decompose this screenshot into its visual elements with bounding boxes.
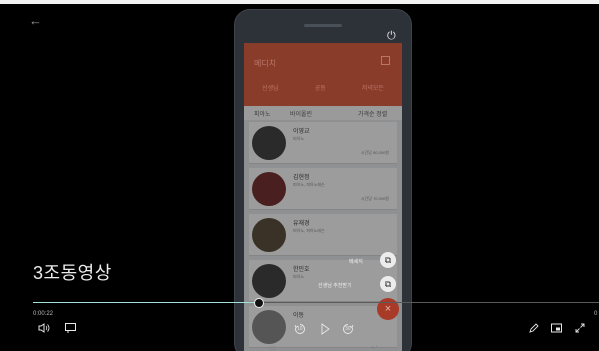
- filter-row: 피아노 바이올린 가격순 정렬: [244, 106, 402, 120]
- recommend-label: 선생님 추천받기: [318, 283, 352, 289]
- teacher-subject: 피아노: [293, 136, 305, 141]
- app-header: 메디치 선생님 공동 저녁모든: [244, 43, 402, 106]
- teacher-price: 시간당 80,000원: [360, 150, 389, 155]
- volume-icon[interactable]: [38, 323, 50, 336]
- fullscreen-icon[interactable]: [575, 323, 585, 336]
- teacher-name: 이동: [293, 313, 305, 319]
- avatar: [252, 264, 286, 298]
- teacher-name: 유재경: [293, 221, 310, 227]
- teacher-card: 한민호 피아노: [249, 260, 397, 302]
- recent-apps-icon: ▭: [269, 343, 277, 351]
- avatar: [252, 310, 286, 344]
- teacher-card: 이영교 피아노 시간당 80,000원: [249, 122, 397, 164]
- teacher-name: 김현정: [293, 175, 310, 181]
- rewind-label: 10: [297, 326, 303, 332]
- power-icon: ⏻: [387, 30, 396, 42]
- app-tab: 저녁모든: [361, 86, 384, 92]
- avatar: [252, 172, 286, 206]
- teacher-name: 한민호: [293, 267, 310, 273]
- filter-piano: 피아노: [254, 112, 271, 118]
- video-player: ← ⏻ 메디치 선생님 공동 저녁모든 피아노 바이올린 가격순 정렬 이영교 …: [0, 0, 599, 351]
- teacher-card: 김현정 피아노, 피아노레슨 시간당 70,000원: [249, 168, 397, 210]
- message-label: 메세지: [349, 259, 363, 265]
- app-title: 메디치: [254, 59, 277, 68]
- play-button[interactable]: [320, 323, 330, 338]
- video-title: 3조동영상: [33, 263, 112, 283]
- time-total: 0: [594, 311, 598, 317]
- phone-speaker: [304, 24, 342, 27]
- app-tab: 선생님: [262, 86, 279, 92]
- open-external-icon: ⧉: [380, 252, 396, 268]
- teacher-subject: 피아노: [293, 274, 305, 279]
- sort-option: 가격순 정렬: [358, 112, 388, 118]
- phone-screen: 메디치 선생님 공동 저녁모든 피아노 바이올린 가격순 정렬 이영교 피아노 …: [244, 43, 402, 351]
- avatar: [252, 126, 286, 160]
- pen-icon[interactable]: [529, 323, 539, 336]
- forward-button[interactable]: 30: [342, 323, 354, 338]
- teacher-subject: 피아노, 피아노레슨: [293, 182, 325, 187]
- filter-violin: 바이올린: [290, 112, 313, 118]
- window-top-strip: [0, 0, 599, 4]
- captions-icon[interactable]: [65, 323, 76, 336]
- rewind-button[interactable]: 10: [294, 323, 306, 338]
- app-tab: 공동: [314, 86, 326, 92]
- back-button[interactable]: ←: [29, 14, 42, 27]
- back-nav-icon: ↩: [371, 343, 378, 351]
- teacher-price: 시간당 70,000원: [360, 196, 389, 201]
- open-external-icon: ⧉: [380, 276, 396, 292]
- avatar: [252, 218, 286, 252]
- time-current: 0:00:22: [33, 311, 54, 317]
- seek-progress: [33, 302, 260, 303]
- teacher-card: 유재경 피아노, 피아노레슨: [249, 214, 397, 256]
- miniview-icon[interactable]: [551, 323, 562, 336]
- app-tabs: 선생님 공동 저녁모든: [244, 83, 402, 92]
- teacher-subject: 피아노, 피아노레슨: [293, 228, 325, 233]
- edit-icon: [381, 56, 390, 65]
- teacher-name: 이영교: [293, 129, 310, 135]
- forward-label: 30: [345, 326, 351, 332]
